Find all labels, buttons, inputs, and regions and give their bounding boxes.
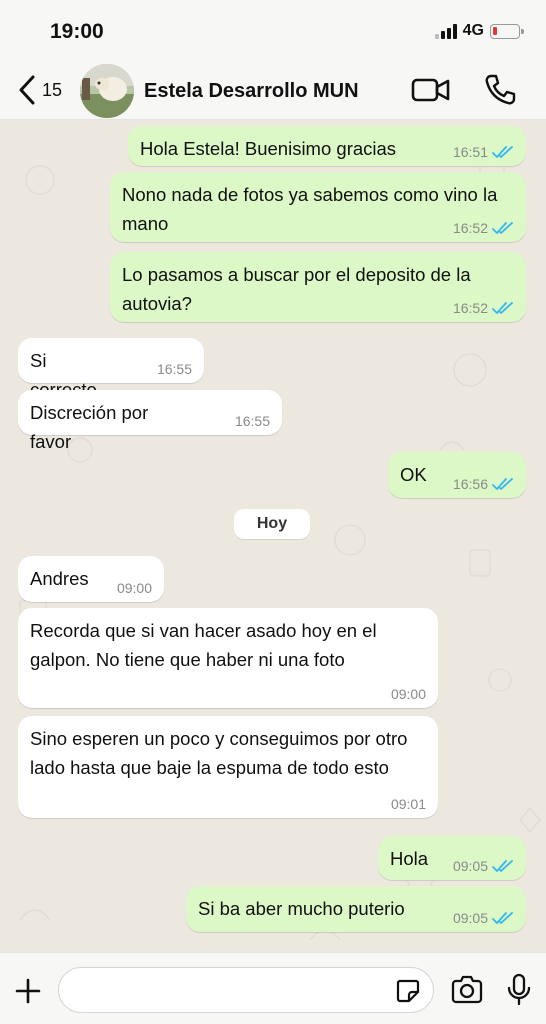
avatar[interactable] (80, 64, 134, 118)
message-time: 09:00 (390, 686, 426, 702)
read-ticks-icon (492, 860, 513, 872)
message-meta: 16:52 (453, 220, 514, 236)
message-meta: 16:55 (235, 413, 270, 429)
read-ticks-icon (492, 912, 513, 924)
input-bar (0, 952, 546, 1024)
message-text: Recorda que si van hacer asado hoy en el… (30, 620, 377, 670)
battery-icon (490, 23, 524, 39)
outgoing-message[interactable]: OK 16:56 (388, 452, 526, 498)
incoming-message[interactable]: Discreción por favor 16:55 (18, 390, 282, 452)
message-meta: 16:51 (453, 144, 514, 160)
outgoing-message[interactable]: Si ba aber mucho puterio 09:05 (186, 886, 526, 932)
status-indicators: 4G (434, 22, 524, 40)
message-time: 09:01 (390, 796, 426, 812)
outgoing-message[interactable]: Lo pasamos a buscar por el deposito de l… (110, 252, 526, 322)
message-meta: 09:05 (453, 910, 514, 926)
chat-area[interactable]: Hola Estela! Buenisimo gracias 16:51 Nono … (0, 120, 546, 952)
message-time: 16:52 (452, 300, 488, 316)
read-ticks-icon (492, 478, 513, 490)
outgoing-message[interactable]: Hola 09:05 (378, 836, 526, 880)
status-bar: 19:00 4G (0, 0, 546, 62)
message-meta: 09:00 (117, 580, 152, 596)
message-meta: 09:00 (391, 686, 426, 702)
back-button[interactable]: 15 (18, 70, 78, 110)
microphone-icon[interactable] (506, 973, 532, 1007)
outgoing-message[interactable]: Nono nada de fotos ya sabemos como vino … (110, 172, 526, 242)
incoming-message[interactable]: Andres 09:00 (18, 556, 164, 602)
phone-icon[interactable] (482, 72, 518, 108)
message-meta: 16:56 (453, 476, 514, 492)
network-type: 4G (462, 22, 484, 39)
status-time: 19:00 (50, 20, 104, 43)
camera-icon[interactable] (450, 975, 484, 1005)
message-time: 09:00 (116, 580, 152, 596)
message-time: 16:51 (452, 144, 488, 160)
message-time: 09:05 (452, 910, 488, 926)
message-text: Sino esperen un poco y conseguimos por o… (30, 728, 408, 778)
unread-count: 15 (42, 79, 63, 100)
incoming-message[interactable]: Sino esperen un poco y conseguimos por o… (18, 716, 438, 818)
plus-icon[interactable] (14, 977, 42, 1005)
message-meta: 16:55 (157, 361, 192, 377)
incoming-message[interactable]: Recorda que si van hacer asado hoy en el… (18, 608, 438, 708)
message-time: 16:55 (234, 413, 270, 429)
message-time: 16:56 (452, 476, 488, 492)
chevron-left-icon (19, 75, 35, 105)
video-call-icon[interactable] (410, 72, 452, 108)
day-separator: Hoy (234, 509, 310, 539)
message-time: 16:52 (452, 220, 488, 236)
message-time: 09:05 (452, 858, 488, 874)
sticker-icon[interactable] (395, 978, 421, 1004)
read-ticks-icon (492, 146, 513, 158)
signal-icon (434, 23, 457, 39)
contact-name[interactable]: Estela Desarrollo MUN (144, 80, 359, 103)
incoming-message[interactable]: Si correcto.16:55 (18, 338, 204, 400)
message-input[interactable] (58, 967, 434, 1013)
outgoing-message[interactable]: Hola Estela! Buenisimo gracias 16:51 (128, 126, 526, 166)
message-time: 16:55 (156, 361, 192, 377)
chat-header: 15 Estela Desarrollo MUN (0, 62, 546, 120)
read-ticks-icon (492, 302, 513, 314)
message-meta: 09:01 (391, 796, 426, 812)
message-meta: 09:05 (453, 858, 514, 874)
read-ticks-icon (492, 222, 513, 234)
message-meta: 16:52 (453, 300, 514, 316)
